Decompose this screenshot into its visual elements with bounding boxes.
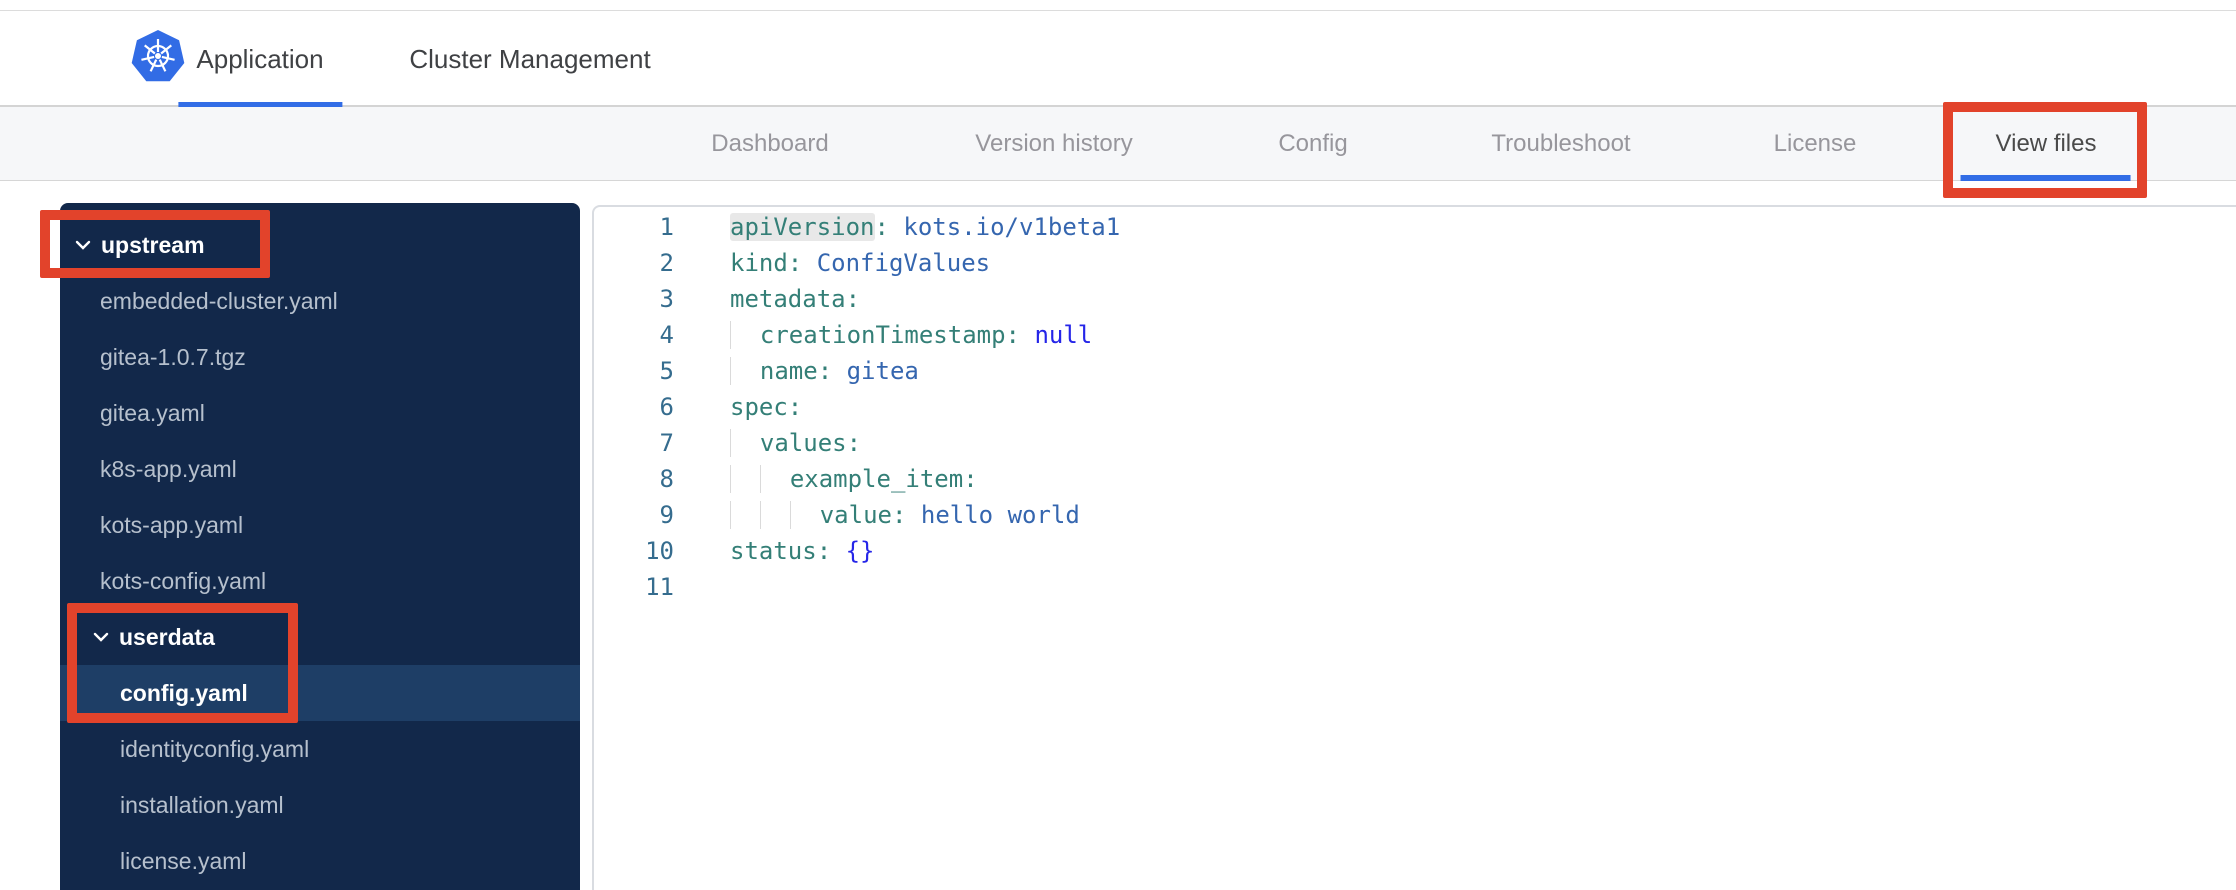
- subnav-tab-view-files[interactable]: View files: [1961, 107, 2131, 181]
- subnav-tab-label: Dashboard: [711, 130, 829, 157]
- tree-file-gitea-1.0.7.tgz[interactable]: gitea-1.0.7.tgz: [60, 329, 580, 385]
- code-text: metadata:: [730, 285, 861, 313]
- code-text: values:: [674, 425, 861, 461]
- line-number: 1: [659, 213, 674, 241]
- file-label: gitea.yaml: [100, 399, 205, 426]
- subnav-tab-license[interactable]: License: [1774, 107, 1857, 181]
- code-line: 8 example_item:: [594, 461, 2236, 497]
- code-line: 11: [594, 569, 2236, 605]
- line-number: 6: [659, 393, 674, 421]
- tree-folder-userdata[interactable]: userdata: [60, 609, 580, 665]
- subnav-tab-label: View files: [1995, 130, 2097, 157]
- code-line: 4 creationTimestamp: null: [594, 317, 2236, 353]
- subnav-tab-config[interactable]: Config: [1278, 107, 1347, 181]
- subnav-tab-label: Version history: [975, 130, 1133, 157]
- top-tab-cluster-management[interactable]: Cluster Management: [409, 11, 650, 107]
- top-tab-label: Application: [196, 43, 324, 74]
- file-tree-sidebar: upstream embedded-cluster.yaml gitea-1.0.7…: [60, 203, 580, 890]
- kots-admin-console: Application Cluster Management Dashboard V…: [0, 0, 2236, 890]
- code-line: 9 value: hello world: [594, 497, 2236, 533]
- file-label: installation.yaml: [120, 791, 284, 818]
- subnav-tab-label: License: [1773, 130, 1857, 157]
- tree-file-license.yaml[interactable]: license.yaml: [60, 833, 580, 889]
- app-subnav: Dashboard Version history Config Troublesho…: [0, 107, 2236, 181]
- subnav-tab-dashboard[interactable]: Dashboard: [711, 107, 828, 181]
- code-text: value: hello world: [674, 497, 1080, 533]
- code-text: name: gitea: [674, 353, 919, 389]
- file-viewer-panel[interactable]: 1 apiVersion: kots.io/v1beta1 2 kind: Confi…: [592, 205, 2236, 890]
- folder-label: upstream: [101, 231, 205, 258]
- line-number: 3: [659, 285, 674, 313]
- tree-file-k8s-app.yaml[interactable]: k8s-app.yaml: [60, 441, 580, 497]
- code-text: kind: ConfigValues: [730, 249, 991, 277]
- top-tab-application[interactable]: Application: [177, 11, 342, 109]
- app-header: Application Cluster Management: [0, 11, 2236, 109]
- tree-file-kots-app.yaml[interactable]: kots-app.yaml: [60, 497, 580, 553]
- code-line: 2 kind: ConfigValues: [594, 245, 2236, 281]
- file-label: kots-config.yaml: [100, 567, 267, 594]
- file-label: gitea-1.0.7.tgz: [100, 343, 246, 370]
- tree-file-gitea.yaml[interactable]: gitea.yaml: [60, 385, 580, 441]
- line-number: 5: [659, 357, 674, 385]
- subnav-tab-version-history[interactable]: Version history: [975, 107, 1132, 181]
- subnav-tab-label: Config: [1278, 130, 1348, 157]
- code-line: 10 status: {}: [594, 533, 2236, 569]
- subnav-tab-label: Troubleshoot: [1491, 130, 1631, 157]
- code-text: status: {}: [730, 537, 875, 565]
- line-number: 11: [645, 573, 674, 601]
- file-label: kots-app.yaml: [100, 511, 244, 538]
- folder-label: userdata: [119, 623, 215, 650]
- code-text: spec:: [730, 393, 803, 421]
- active-subtab-underline: [1961, 175, 2131, 181]
- tree-file-identityconfig.yaml[interactable]: identityconfig.yaml: [60, 721, 580, 777]
- file-label: embedded-cluster.yaml: [100, 287, 338, 314]
- code-text: creationTimestamp: null: [674, 317, 1092, 353]
- file-label: k8s-app.yaml: [100, 455, 237, 482]
- file-label: identityconfig.yaml: [120, 735, 310, 762]
- line-number: 10: [645, 537, 674, 565]
- line-number: 4: [659, 321, 674, 349]
- tree-file-kots-config.yaml[interactable]: kots-config.yaml: [60, 553, 580, 609]
- code-line: 3 metadata:: [594, 281, 2236, 317]
- line-number: 9: [659, 501, 674, 529]
- tree-file-installation.yaml[interactable]: installation.yaml: [60, 777, 580, 833]
- top-tab-label: Cluster Management: [409, 43, 651, 74]
- file-label: config.yaml: [120, 679, 248, 706]
- tree-file-embedded-cluster.yaml[interactable]: embedded-cluster.yaml: [60, 273, 580, 329]
- file-label: license.yaml: [120, 847, 247, 874]
- code-text: apiVersion: kots.io/v1beta1: [730, 213, 1121, 241]
- code-line: 5 name: gitea: [594, 353, 2236, 389]
- chevron-down-icon[interactable]: [75, 240, 91, 250]
- code-text: example_item:: [674, 461, 978, 497]
- code-line: 7 values:: [594, 425, 2236, 461]
- code-line: 1 apiVersion: kots.io/v1beta1: [594, 209, 2236, 245]
- line-number: 2: [659, 249, 674, 277]
- tree-file-config.yaml[interactable]: config.yaml: [60, 665, 580, 721]
- chevron-down-icon[interactable]: [93, 632, 109, 642]
- line-number: 8: [659, 465, 674, 493]
- code-line: 6 spec:: [594, 389, 2236, 425]
- kubernetes-logo-icon[interactable]: [131, 30, 185, 84]
- line-number: 7: [659, 429, 674, 457]
- subnav-tab-troubleshoot[interactable]: Troubleshoot: [1491, 107, 1630, 181]
- tree-folder-upstream[interactable]: upstream: [60, 217, 580, 273]
